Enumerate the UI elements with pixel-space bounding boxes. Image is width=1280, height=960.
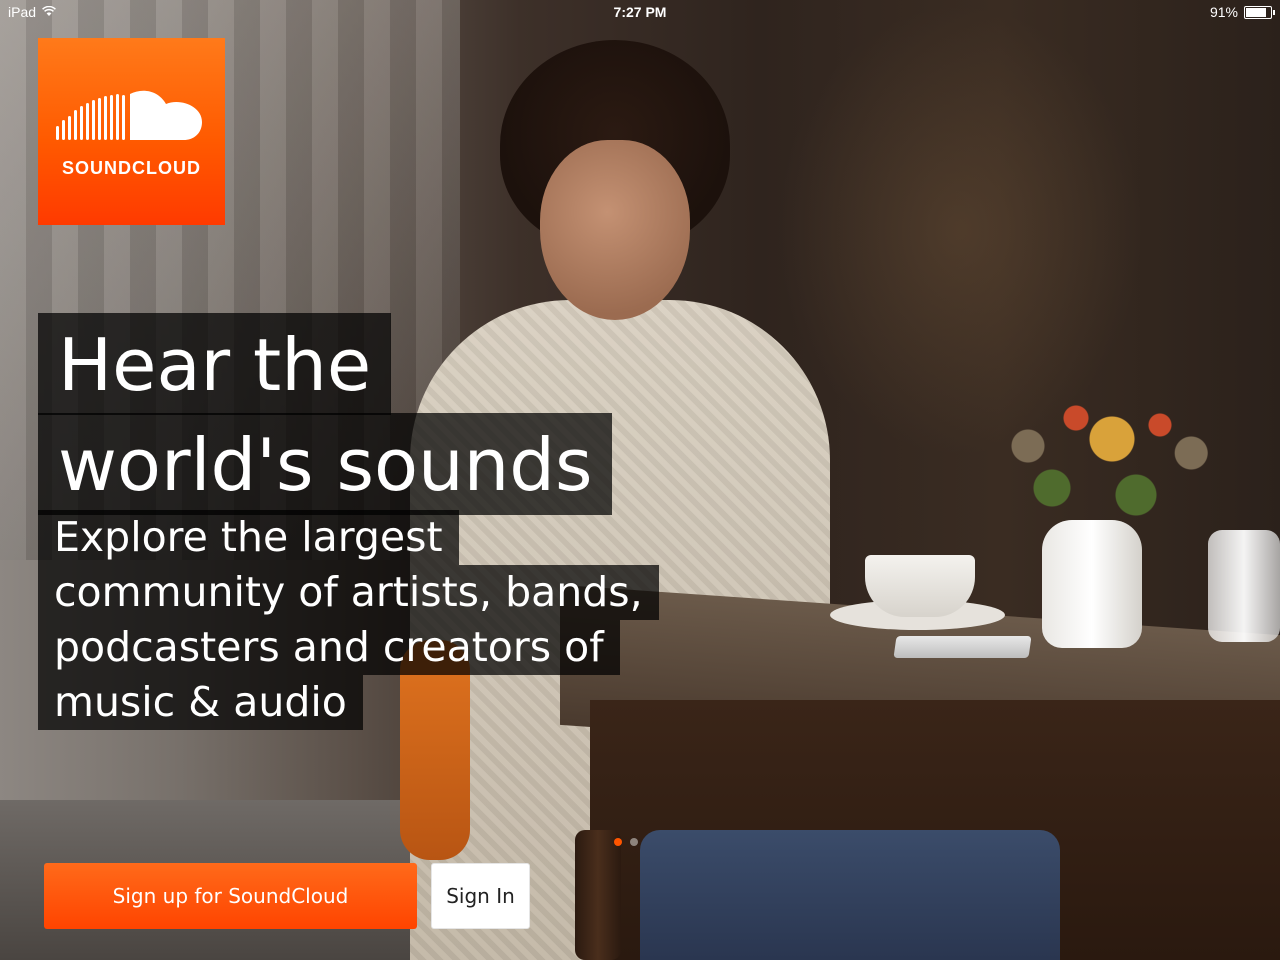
battery-percent: 91% bbox=[1209, 4, 1238, 20]
vase bbox=[1042, 520, 1142, 648]
hero-subheadline: Explore the largest community of artists… bbox=[38, 510, 659, 730]
page-dot[interactable] bbox=[630, 838, 638, 846]
phone-on-table bbox=[893, 636, 1032, 658]
signup-button[interactable]: Sign up for SoundCloud bbox=[44, 863, 417, 929]
subheadline-line: music & audio bbox=[38, 675, 363, 730]
coffee-cup bbox=[865, 555, 975, 617]
subheadline-line: community of artists, bands, bbox=[38, 565, 659, 620]
battery-icon bbox=[1244, 5, 1275, 19]
person-face bbox=[540, 140, 690, 320]
subheadline-line: podcasters and creators of bbox=[38, 620, 620, 675]
signin-button[interactable]: Sign In bbox=[431, 863, 530, 929]
table-leg bbox=[575, 830, 621, 960]
sugar-dispenser bbox=[1208, 530, 1280, 642]
onboarding-screen: iPad 7:27 PM 91% SOUNDCLOUD Hear the wor… bbox=[0, 0, 1280, 960]
status-right: 91% bbox=[1209, 4, 1275, 20]
subheadline-line: Explore the largest bbox=[38, 510, 459, 565]
logo-wordmark: SOUNDCLOUD bbox=[62, 158, 201, 178]
status-time: 7:27 PM bbox=[613, 4, 667, 20]
hero-headline: Hear the world's sounds bbox=[38, 313, 613, 515]
headline-line: world's sounds bbox=[38, 413, 613, 515]
page-dot[interactable] bbox=[614, 838, 622, 846]
soundcloud-logo: SOUNDCLOUD bbox=[38, 38, 225, 225]
status-bar: iPad 7:27 PM 91% bbox=[0, 0, 1280, 26]
flowers bbox=[980, 390, 1220, 530]
headline-line: Hear the bbox=[38, 313, 392, 415]
page-indicator[interactable] bbox=[614, 838, 638, 846]
person-jeans bbox=[640, 830, 1060, 960]
